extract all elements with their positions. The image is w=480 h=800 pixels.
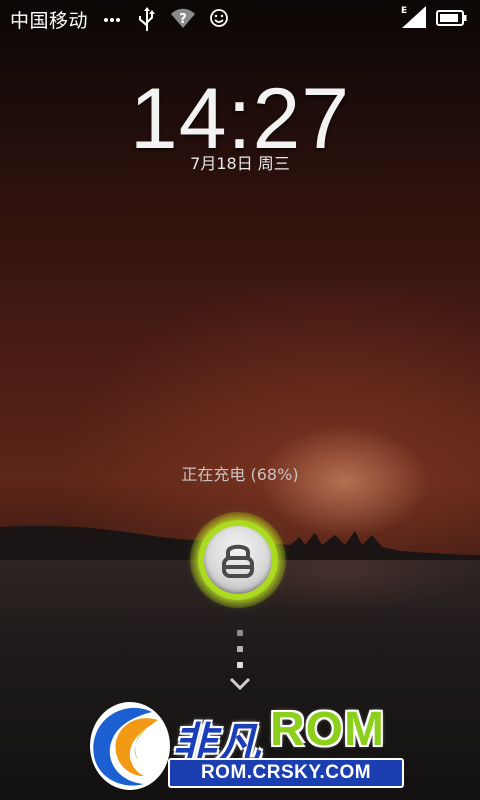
unlock-button-core — [204, 526, 272, 594]
hint-dot — [237, 630, 243, 636]
signal-edge-icon: E — [398, 4, 428, 34]
charging-status: 正在充电 (68%) — [181, 465, 299, 484]
network-type-label: E — [401, 6, 407, 16]
usb-icon — [137, 6, 157, 36]
hint-dot — [237, 662, 243, 668]
smiley-icon — [209, 8, 229, 32]
svg-text:?: ? — [179, 12, 187, 27]
carrier-label: 中国移动 — [10, 10, 89, 32]
watermark-logo-icon — [90, 702, 170, 790]
battery-icon — [436, 9, 468, 31]
unlock-ring — [198, 520, 278, 600]
chevron-down-icon — [229, 677, 251, 691]
watermark: 非凡 ROM ROM.CRSKY.COM — [82, 698, 404, 793]
hint-dot — [237, 646, 243, 652]
swipe-hint — [229, 628, 251, 698]
lock-icon — [222, 544, 254, 578]
unlock-handle[interactable] — [190, 512, 286, 608]
watermark-url: ROM.CRSKY.COM — [168, 758, 404, 788]
more-dots-icon — [103, 8, 121, 32]
status-bar: 中国移动 ? E — [0, 0, 480, 38]
wifi-unknown-icon: ? — [170, 7, 196, 33]
lockscreen-date: 7月18日 周三 — [190, 154, 290, 173]
watermark-rom: ROM — [270, 703, 385, 756]
